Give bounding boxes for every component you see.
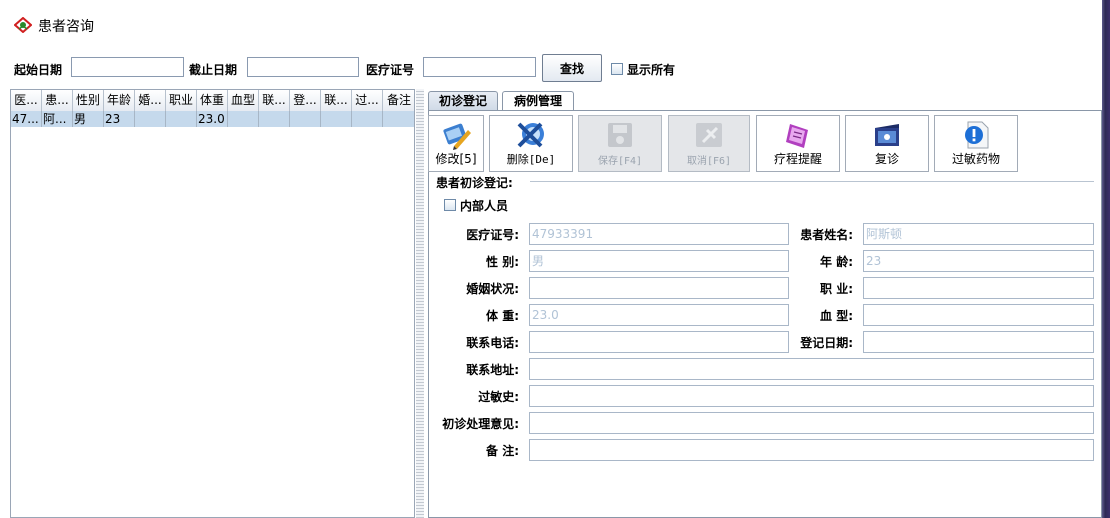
phone-field[interactable] [529, 331, 789, 353]
med-id-label: 医疗证号: [466, 228, 519, 242]
initial-opinion-label: 初诊处理意见: [442, 417, 519, 431]
column-header[interactable]: 职业 [166, 90, 197, 111]
course-reminder-button-label: 疗程提醒 [773, 152, 822, 166]
split-pane-divider[interactable] [416, 89, 424, 518]
column-header[interactable]: 备注 [383, 90, 414, 111]
internal-staff-label: 内部人员 [460, 199, 509, 213]
column-header[interactable]: 体重 [197, 90, 228, 111]
remark-field[interactable] [529, 439, 1094, 461]
app-logo-icon [14, 17, 32, 33]
blood-type-label: 血 型: [820, 309, 853, 323]
cancel-button-label: 取消[F6] [686, 156, 732, 167]
cancel-button[interactable]: 取消[F6] [668, 115, 750, 172]
table-cell[interactable]: 男 [73, 111, 104, 127]
column-header[interactable]: 医... [11, 90, 42, 111]
column-header[interactable]: 患... [42, 90, 73, 111]
patient-name-field[interactable]: 阿斯顿 [863, 223, 1094, 245]
table-cell[interactable] [321, 111, 352, 127]
delete-button[interactable]: 删除[De] [489, 115, 573, 172]
start-date-input[interactable] [71, 57, 184, 77]
edit-icon [443, 123, 471, 150]
med-id-field[interactable]: 47933391 [529, 223, 789, 245]
table-cell[interactable] [166, 111, 197, 127]
gender-label: 性 别: [486, 255, 519, 269]
table-cell[interactable]: 阿... [42, 111, 73, 127]
cancel-icon [696, 123, 722, 147]
table-cell[interactable]: 47... [11, 111, 42, 127]
delete-icon [517, 122, 544, 148]
tab-case-management[interactable]: 病例管理 [502, 91, 574, 111]
table-row[interactable]: 47... 阿... 男 23 23.0 [11, 111, 414, 127]
column-header[interactable]: 婚... [135, 90, 166, 111]
allergy-drug-button[interactable]: 过敏药物 [934, 115, 1018, 172]
course-reminder-button[interactable]: 疗程提醒 [756, 115, 840, 172]
table-cell[interactable] [290, 111, 321, 127]
revisit-button-label: 复诊 [874, 152, 899, 166]
table-header: 医... 患... 性别 年龄 婚... 职业 体重 血型 联... 登... 联... 过... 备注 [11, 90, 414, 112]
column-header[interactable]: 性别 [73, 90, 104, 111]
tab-initial-registration[interactable]: 初诊登记 [428, 91, 498, 111]
table-cell[interactable] [259, 111, 290, 127]
med-id-search-label: 医疗证号 [366, 63, 415, 77]
delete-button-label: 删除[De] [506, 153, 556, 166]
window-title: 患者咨询 [38, 19, 94, 35]
start-date-label: 起始日期 [14, 63, 63, 77]
allergy-drug-icon [965, 121, 989, 149]
window-edge [1102, 0, 1110, 518]
show-all-label: 显示所有 [627, 63, 676, 77]
phone-label: 联系电话: [466, 336, 519, 350]
column-header[interactable]: 联... [259, 90, 290, 111]
remark-label: 备 注: [486, 444, 519, 458]
patient-name-label: 患者姓名: [800, 228, 853, 242]
group-title: 患者初诊登记: [436, 176, 513, 190]
marital-status-field[interactable] [529, 277, 789, 299]
occupation-field[interactable] [863, 277, 1094, 299]
search-button-label: 查找 [559, 61, 584, 76]
registration-date-field[interactable] [863, 331, 1094, 353]
marital-status-label: 婚姻状况: [466, 282, 519, 296]
weight-field[interactable]: 23.0 [529, 304, 789, 326]
age-field[interactable]: 23 [863, 250, 1094, 272]
revisit-icon [875, 124, 899, 146]
address-field[interactable] [529, 358, 1094, 380]
table-cell[interactable]: 23.0 [197, 111, 228, 127]
weight-label: 体 重: [486, 309, 519, 323]
table-cell[interactable] [135, 111, 166, 127]
patient-consult-window: 患者咨询 起始日期 截止日期 医疗证号 查找 显示所有 医... 患... 性别 年龄… [0, 0, 1110, 518]
column-header[interactable]: 联... [321, 90, 352, 111]
search-button[interactable]: 查找 [542, 54, 602, 82]
allergy-history-field[interactable] [529, 385, 1094, 407]
blood-type-field[interactable] [863, 304, 1094, 326]
column-header[interactable]: 过... [352, 90, 383, 111]
edit-button[interactable]: 修改[5] [428, 115, 484, 172]
reminder-icon [786, 124, 808, 148]
table-cell[interactable] [383, 111, 414, 127]
save-button-label: 保存[F4] [597, 156, 643, 167]
gender-field[interactable]: 男 [529, 250, 789, 272]
internal-staff-checkbox[interactable] [444, 199, 456, 211]
show-all-checkbox[interactable] [611, 63, 623, 75]
column-header[interactable]: 年龄 [104, 90, 135, 111]
allergy-history-label: 过敏史: [478, 390, 519, 404]
column-header[interactable]: 登... [290, 90, 321, 111]
group-divider [530, 181, 1094, 182]
address-label: 联系地址: [466, 363, 519, 377]
end-date-input[interactable] [247, 57, 359, 77]
save-icon [608, 123, 632, 147]
column-header[interactable]: 血型 [228, 90, 259, 111]
occupation-label: 职 业: [820, 282, 853, 296]
registration-date-label: 登记日期: [800, 336, 853, 350]
edit-button-label: 修改[5] [435, 152, 477, 166]
table-cell[interactable]: 23 [104, 111, 135, 127]
patient-table[interactable]: 医... 患... 性别 年龄 婚... 职业 体重 血型 联... 登... 联... 过... 备注… [10, 89, 415, 518]
save-button[interactable]: 保存[F4] [578, 115, 662, 172]
med-id-search-input[interactable] [423, 57, 536, 77]
revisit-button[interactable]: 复诊 [845, 115, 929, 172]
allergy-drug-button-label: 过敏药物 [951, 152, 1000, 166]
initial-opinion-field[interactable] [529, 412, 1094, 434]
age-label: 年 龄: [820, 255, 853, 269]
table-cell[interactable] [352, 111, 383, 127]
table-cell[interactable] [228, 111, 259, 127]
end-date-label: 截止日期 [189, 63, 238, 77]
